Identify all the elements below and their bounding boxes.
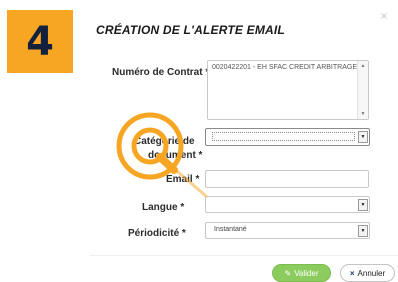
close-icon[interactable]: × — [377, 9, 391, 23]
contract-listbox[interactable]: 0020422201 - EH SFAC CREDIT ARBITRAGE CA… — [207, 60, 369, 120]
validate-button[interactable]: ✎ Valider — [272, 264, 331, 282]
x-icon: × — [349, 268, 355, 278]
dialog-title: CRÉATION DE L'ALERTE EMAIL — [96, 23, 285, 37]
email-label: Email * — [166, 174, 200, 185]
contract-label: Numéro de Contrat * — [112, 67, 210, 78]
chevron-down-icon[interactable]: ▼ — [358, 199, 368, 211]
email-field[interactable] — [205, 170, 369, 188]
contract-option[interactable]: 0020422201 - EH SFAC CREDIT ARBITRAGE CA… — [212, 64, 357, 71]
periodicity-value: Instantané — [214, 226, 247, 233]
footer-divider — [90, 255, 398, 256]
category-select[interactable]: ▼ — [205, 128, 370, 146]
scroll-down-icon[interactable]: ▼ — [358, 111, 368, 117]
chevron-down-icon[interactable]: ▼ — [358, 225, 368, 237]
pencil-icon: ✎ — [284, 268, 292, 278]
periodicity-label: Périodicité * — [128, 228, 186, 239]
chevron-down-icon[interactable]: ▼ — [358, 131, 368, 143]
step-number-badge: 4 — [7, 10, 73, 73]
scroll-up-icon[interactable]: ▲ — [358, 63, 368, 69]
language-label: Langue * — [142, 202, 185, 213]
cancel-button[interactable]: × Annuler — [340, 264, 395, 282]
category-label-line1: Catégorie de — [134, 136, 195, 147]
language-select[interactable]: ▼ — [205, 196, 370, 213]
focus-outline — [212, 132, 355, 141]
validate-label: Valider — [294, 268, 319, 278]
category-label-line2: document * — [148, 150, 203, 161]
cancel-label: Annuler — [357, 268, 386, 278]
periodicity-select[interactable]: Instantané ▼ — [205, 222, 370, 239]
listbox-scrollbar[interactable]: ▲ ▼ — [357, 61, 368, 119]
